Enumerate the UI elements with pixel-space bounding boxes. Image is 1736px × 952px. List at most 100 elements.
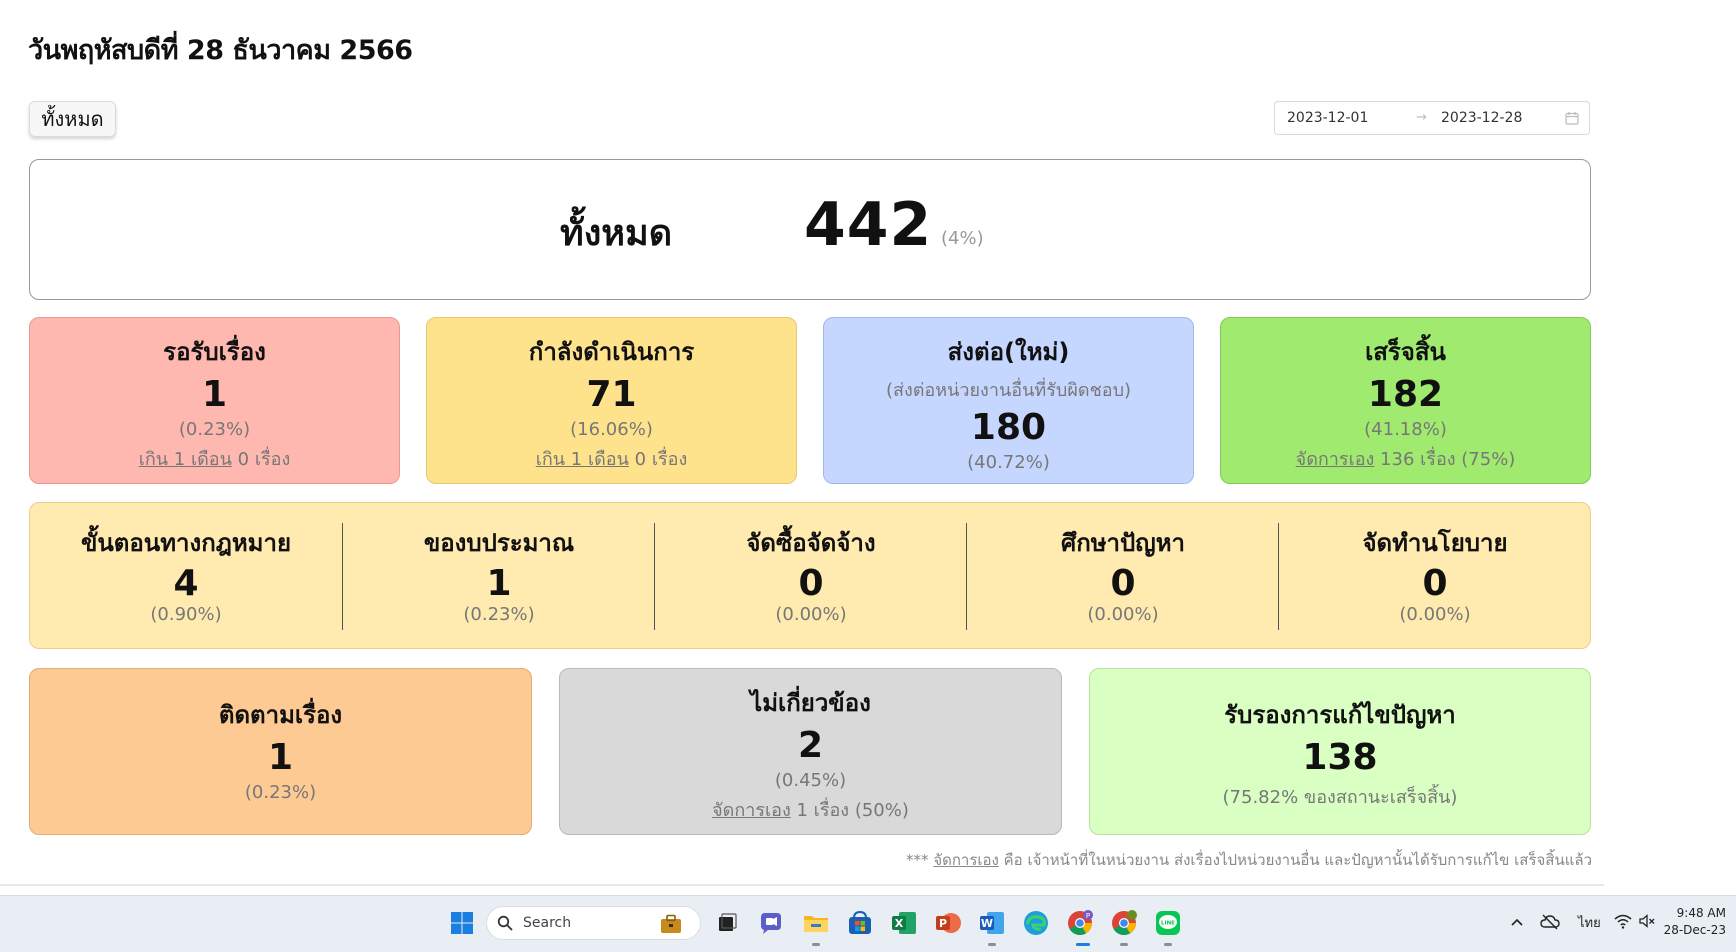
card-overdue-line: เกิน 1 เดือน 0 เรื่อง	[427, 444, 796, 473]
card-value: 1	[201, 374, 228, 415]
total-value: 442	[804, 190, 933, 260]
card-overdue-line: เกิน 1 เดือน 0 เรื่อง	[30, 444, 399, 473]
chevron-up-icon[interactable]	[1510, 917, 1524, 927]
sub-category-value: 0	[1110, 563, 1136, 604]
cloud-off-icon[interactable]	[1540, 913, 1560, 931]
search-icon	[497, 915, 513, 931]
running-indicator	[1120, 943, 1128, 946]
volume-muted-icon[interactable]	[1638, 913, 1656, 929]
card-subtitle: (ส่งต่อหน่วยงานอื่นที่รับผิดชอบ)	[885, 380, 1132, 401]
sub-category-percent: (0.90%)	[150, 603, 222, 625]
total-label: ทั้งหมด	[560, 213, 673, 254]
store-icon[interactable]	[846, 909, 874, 937]
status-card-forwarded[interactable]: ส่งต่อ(ใหม่) (ส่งต่อหน่วยงานอื่นที่รับผิ…	[823, 317, 1194, 484]
page-title: วันพฤหัสบดีที่ 28 ธันวาคม 2566	[28, 35, 413, 66]
filter-all-button[interactable]: ทั้งหมด	[29, 101, 116, 137]
card-title: กำลังดำเนินการ	[528, 338, 695, 366]
svg-text:X: X	[895, 917, 904, 930]
excel-icon[interactable]: X	[890, 909, 918, 937]
card-value: 138	[1302, 737, 1378, 778]
sub-category-value: 4	[173, 563, 199, 604]
chrome-icon[interactable]: P	[1066, 909, 1094, 937]
svg-text:LINE: LINE	[1161, 921, 1175, 927]
clock-time: 9:48 AM	[1676, 906, 1726, 920]
overdue-link[interactable]: เกิน 1 เดือน	[139, 449, 232, 470]
sub-category-budget[interactable]: ของบประมาณ 1 (0.23%)	[342, 523, 655, 630]
date-end-input[interactable]: 2023-12-28	[1441, 110, 1522, 126]
card-title: เสร็จสิ้น	[1365, 338, 1446, 366]
card-value: 182	[1367, 374, 1444, 415]
task-view-icon[interactable]	[713, 909, 741, 937]
card-title: ติดตามเรื่อง	[218, 701, 343, 729]
footnote-prefix: ***	[906, 851, 934, 869]
card-percent: (40.72%)	[967, 451, 1050, 473]
sub-category-title: จัดทำนโยบาย	[1362, 529, 1508, 557]
total-percent: (4%)	[941, 228, 984, 249]
calendar-icon[interactable]	[1565, 111, 1579, 125]
status-card-in-progress[interactable]: กำลังดำเนินการ 71 (16.06%) เกิน 1 เดือน …	[426, 317, 797, 484]
word-icon[interactable]: W	[978, 909, 1006, 937]
sub-category-procurement[interactable]: จัดซื้อจัดจ้าง 0 (0.00%)	[654, 523, 967, 630]
footnote-self-handled-link[interactable]: จัดการเอง	[933, 851, 999, 869]
teams-chat-icon[interactable]	[757, 909, 785, 937]
wifi-icon[interactable]	[1614, 913, 1632, 929]
card-percent: (0.45%)	[774, 769, 847, 791]
taskbar-search-box[interactable]: Search	[486, 906, 701, 940]
self-handled-count: 1 เรื่อง (50%)	[790, 799, 909, 821]
self-handled-link[interactable]: จัดการเอง	[712, 800, 791, 821]
card-percent: (41.18%)	[1364, 418, 1447, 440]
date-start-input[interactable]: 2023-12-01	[1287, 110, 1368, 126]
card-note: (75.82% ของสถานะเสร็จสิ้น)	[1222, 786, 1458, 808]
running-indicator	[988, 943, 996, 946]
sub-category-percent: (0.00%)	[1087, 603, 1159, 625]
sub-category-study[interactable]: ศึกษาปัญหา 0 (0.00%)	[966, 523, 1279, 630]
chrome-profile-icon[interactable]	[1110, 909, 1138, 937]
status-card-completed[interactable]: เสร็จสิ้น 182 (41.18%) จัดการเอง 136 เรื…	[1220, 317, 1591, 484]
sub-category-percent: (0.00%)	[1399, 603, 1471, 625]
svg-text:P: P	[939, 917, 947, 930]
overdue-count: 0 เรื่อง	[231, 448, 291, 470]
clock-date: 28-Dec-23	[1663, 923, 1726, 937]
date-range-picker[interactable]: 2023-12-01 → 2023-12-28	[1274, 101, 1590, 135]
card-value: 2	[797, 725, 824, 766]
work-briefcase-icon[interactable]	[659, 913, 683, 935]
follow-up-card[interactable]: ติดตามเรื่อง 1 (0.23%)	[29, 668, 532, 835]
powerpoint-icon[interactable]: P	[934, 909, 962, 937]
card-value: 180	[970, 407, 1047, 448]
file-explorer-icon[interactable]	[802, 909, 830, 937]
svg-text:W: W	[981, 917, 993, 930]
sub-category-value: 0	[1422, 563, 1448, 604]
windows-start-icon[interactable]	[448, 909, 476, 937]
footnote: *** จัดการเอง คือ เจ้าหน้าที่ในหน่วยงาน …	[906, 848, 1592, 872]
line-icon[interactable]: LINE	[1154, 909, 1182, 937]
svg-text:P: P	[1086, 912, 1090, 920]
windows-taskbar: Search X P W P LINE ไทย 9:48 AM 28-Dec-2…	[0, 895, 1736, 952]
status-card-pending[interactable]: รอรับเรื่อง 1 (0.23%) เกิน 1 เดือน 0 เรื…	[29, 317, 400, 484]
sub-category-title: ขั้นตอนทางกฎหมาย	[80, 529, 292, 557]
self-handled-count: 136 เรื่อง (75%)	[1374, 448, 1516, 470]
sub-category-value: 0	[798, 563, 824, 604]
sub-category-title: ศึกษาปัญหา	[1060, 529, 1186, 557]
card-self-handled-line: จัดการเอง 1 เรื่อง (50%)	[560, 795, 1061, 824]
card-title: ไม่เกี่ยวข้อง	[750, 689, 871, 717]
overdue-link[interactable]: เกิน 1 เดือน	[536, 449, 629, 470]
range-arrow-icon: →	[1416, 110, 1427, 125]
search-placeholder: Search	[523, 915, 572, 931]
active-indicator	[1076, 943, 1090, 946]
edge-icon[interactable]	[1022, 909, 1050, 937]
total-card[interactable]: ทั้งหมด 442 (4%)	[29, 159, 1591, 300]
sub-category-percent: (0.23%)	[463, 603, 535, 625]
footnote-text: คือ เจ้าหน้าที่ในหน่วยงาน ส่งเรื่องไปหน่…	[998, 851, 1592, 869]
sub-category-value: 1	[486, 563, 512, 604]
input-language-indicator[interactable]: ไทย	[1578, 912, 1601, 933]
sub-category-legal[interactable]: ขั้นตอนทางกฎหมาย 4 (0.90%)	[30, 523, 342, 630]
overdue-count: 0 เรื่อง	[628, 448, 688, 470]
card-value: 1	[267, 737, 294, 778]
card-title: รอรับเรื่อง	[163, 338, 266, 366]
card-percent: (0.23%)	[178, 418, 251, 440]
resolution-certified-card[interactable]: รับรองการแก้ไขปัญหา 138 (75.82% ของสถานะ…	[1089, 668, 1591, 835]
self-handled-link[interactable]: จัดการเอง	[1296, 449, 1375, 470]
unrelated-card[interactable]: ไม่เกี่ยวข้อง 2 (0.45%) จัดการเอง 1 เรื่…	[559, 668, 1062, 835]
sub-category-policy[interactable]: จัดทำนโยบาย 0 (0.00%)	[1278, 523, 1591, 630]
system-clock[interactable]: 9:48 AM 28-Dec-23	[1664, 905, 1726, 939]
